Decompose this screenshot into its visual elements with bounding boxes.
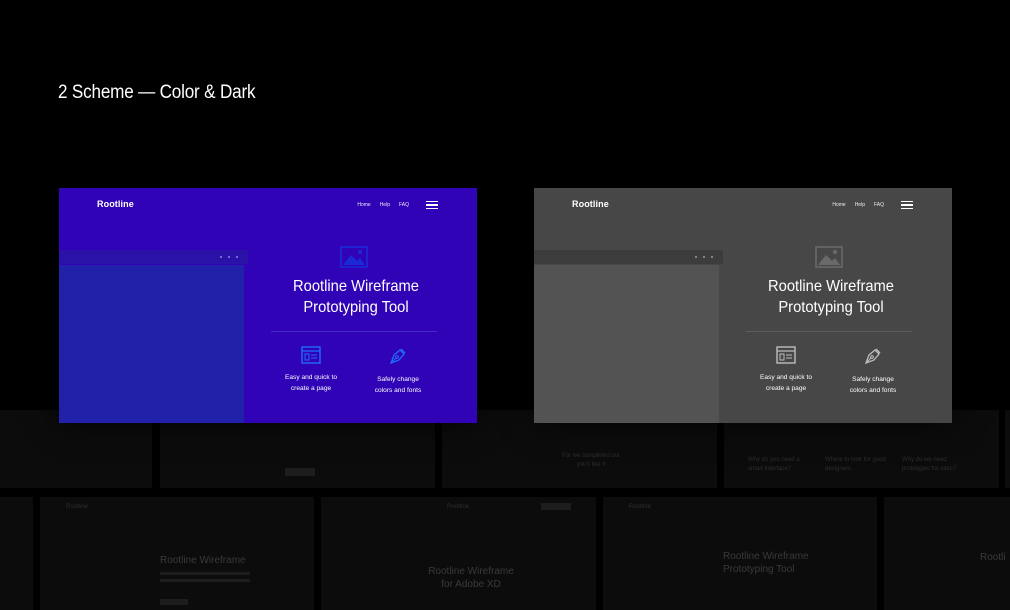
bg-thumb-text: Where to look for good designers: [825, 457, 886, 472]
bg-thumb-title: Rootline Wireframe for Adobe XD: [428, 566, 514, 590]
bg-thumb-title: Rootline Wireframe Prototyping Tool: [723, 551, 809, 575]
logo-text: Rootline: [572, 199, 609, 209]
bg-thumb-text: Why do we need prototypes for sites?: [902, 457, 957, 472]
bg-thumb: [1005, 410, 1010, 488]
feature-label: Safely change colors and fonts: [374, 376, 422, 394]
bg-thumb-text: For we completed our you'll like it: [561, 453, 621, 468]
logo: Rootline: [572, 199, 609, 209]
bg-thumb: [0, 497, 33, 610]
bg-thumb-logo: Rootline: [629, 504, 652, 510]
layout-icon: [776, 346, 796, 364]
divider: [746, 331, 912, 332]
feature-colors: Safely change colors and fonts: [358, 346, 438, 396]
browser-mockup: [59, 250, 248, 423]
feature-label: Easy and quick to create a page: [759, 374, 813, 392]
nav-link-faq[interactable]: FAQ: [399, 202, 409, 208]
logo: Rootline: [97, 199, 134, 209]
hero-title: Rootline Wireframe Prototyping Tool: [768, 278, 894, 316]
divider: [271, 331, 437, 332]
bg-thumb-logo: Rootline: [66, 504, 89, 510]
nav-link-help[interactable]: Help: [855, 202, 865, 208]
browser-toolbar: [59, 250, 248, 264]
browser-toolbar: [534, 250, 723, 264]
page-title: 2 Scheme — Color & Dark: [58, 82, 256, 103]
pen-tool-icon: [389, 348, 406, 365]
feature-colors: Safely change colors and fonts: [833, 346, 913, 396]
nav-link-home[interactable]: Home: [832, 202, 845, 208]
bg-thumb: Rootli: [884, 497, 1010, 610]
bg-thumb: Rootline Rootline Wireframe Prototyping …: [603, 497, 877, 610]
feature-label: Easy and quick to create a page: [284, 374, 338, 392]
color-scheme-preview: Rootline Home Help FAQ Rootline Wirefram…: [59, 188, 477, 423]
bg-thumb-text: Why do you need a smart interface?: [748, 457, 800, 472]
nav-link-faq[interactable]: FAQ: [874, 202, 884, 208]
bg-thumb-title: Rootli: [980, 552, 1006, 563]
bg-thumb-logo: Rootline: [447, 504, 470, 510]
pen-tool-icon: [864, 348, 881, 365]
layout-icon: [301, 346, 321, 364]
image-icon: [340, 246, 368, 268]
menu-icon[interactable]: [901, 201, 913, 209]
menu-icon[interactable]: [426, 201, 438, 209]
nav-links: Home Help FAQ: [357, 202, 409, 208]
logo-text: Rootline: [97, 199, 134, 209]
browser-mockup: [534, 250, 723, 423]
feature-label: Safely change colors and fonts: [849, 376, 897, 394]
bg-thumb: Rootline Rootline Wireframe for Adobe XD: [321, 497, 596, 610]
feature-easy: Easy and quick to create a page: [746, 346, 826, 394]
bg-thumb-title: Rootline Wireframe: [160, 555, 246, 566]
image-icon: [815, 246, 843, 268]
browser-content: [534, 265, 719, 423]
nav-link-home[interactable]: Home: [357, 202, 370, 208]
hero-title: Rootline Wireframe Prototyping Tool: [293, 278, 419, 316]
browser-content: [59, 265, 244, 423]
bg-thumb: Rootline Rootline Wireframe: [40, 497, 314, 610]
nav-links: Home Help FAQ: [832, 202, 884, 208]
feature-easy: Easy and quick to create a page: [271, 346, 351, 394]
dark-scheme-preview: Rootline Home Help FAQ Rootline Wirefram…: [534, 188, 952, 423]
nav-link-help[interactable]: Help: [380, 202, 390, 208]
